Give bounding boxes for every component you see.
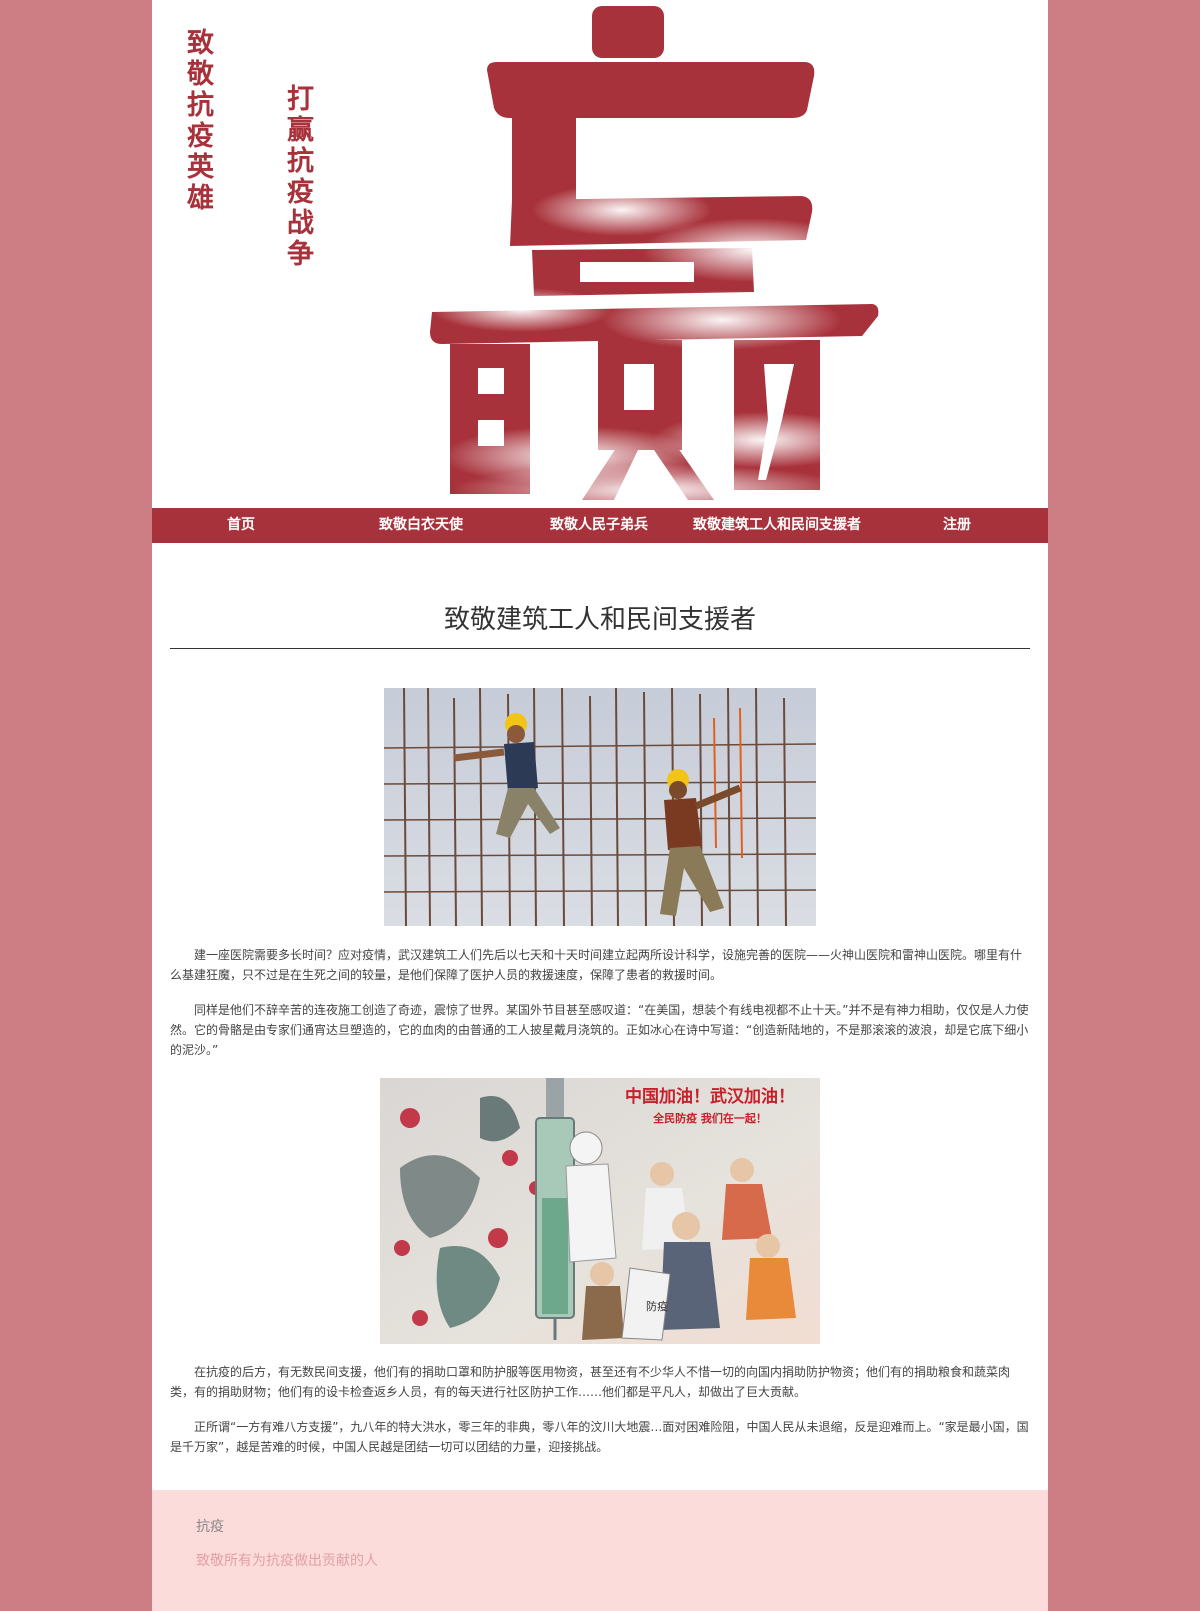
footer-subtitle: 致敬所有为抗疫做出贡献的人: [196, 1553, 378, 1569]
anti-epidemic-poster-image: 中国加油！武汉加油！ 全民防疫 我们在一起！ 防疫: [380, 1078, 820, 1344]
nav-soldiers[interactable]: 致敬人民子弟兵: [550, 508, 648, 543]
nav-builders-supporters[interactable]: 致敬建筑工人和民间支援者: [693, 508, 861, 543]
footer: 抗疫 致敬所有为抗疫做出贡献的人: [152, 1490, 1048, 1611]
slogan-win-the-fight: 打赢抗疫战争: [282, 84, 313, 270]
footer-title: 抗疫: [196, 1519, 224, 1535]
page-container: 致敬抗疫英雄 打赢抗疫战争 首页 致敬白衣天使 致敬人民子弟兵 致敬建筑工人和民…: [152, 0, 1048, 1611]
slogan-salute-heroes: 致敬抗疫英雄: [182, 28, 213, 214]
nav-angels-in-white[interactable]: 致敬白衣天使: [379, 508, 463, 543]
page-title: 致敬建筑工人和民间支援者: [443, 605, 756, 636]
paragraph-night-construction: 同样是他们不辞辛苦的连夜施工创造了奇迹，震惊了世界。某国外节目甚至感叹道：“在美…: [170, 1003, 1029, 1057]
poster-headline: 中国加油！武汉加油！: [625, 1086, 795, 1107]
construction-workers-photo: [384, 688, 816, 926]
header-banner: 致敬抗疫英雄 打赢抗疫战争: [152, 0, 1048, 508]
big-calligraphy-character: [430, 6, 879, 508]
paragraph-civil-support: 在抗疫的后方，有无数民间支援，他们有的捐助口罩和防护服等医用物资，甚至还有不少华…: [170, 1365, 1011, 1399]
title-divider: [170, 648, 1030, 649]
poster-subheadline: 全民防疫 我们在一起！: [652, 1111, 767, 1125]
nav-home[interactable]: 首页: [227, 508, 255, 543]
nav-register[interactable]: 注册: [943, 508, 971, 543]
paragraph-unity: 正所谓“一方有难八方支援”，九八年的特大洪水，零三年的非典，零八年的汶川大地震……: [170, 1420, 1029, 1454]
poster-shield-text: 防疫: [646, 1299, 668, 1313]
paragraph-hospital-build: 建一座医院需要多长时间？应对疫情，武汉建筑工人们先后以七天和十天时间建立起两所设…: [170, 948, 1023, 982]
main-nav: 首页 致敬白衣天使 致敬人民子弟兵 致敬建筑工人和民间支援者 注册: [152, 508, 1048, 543]
